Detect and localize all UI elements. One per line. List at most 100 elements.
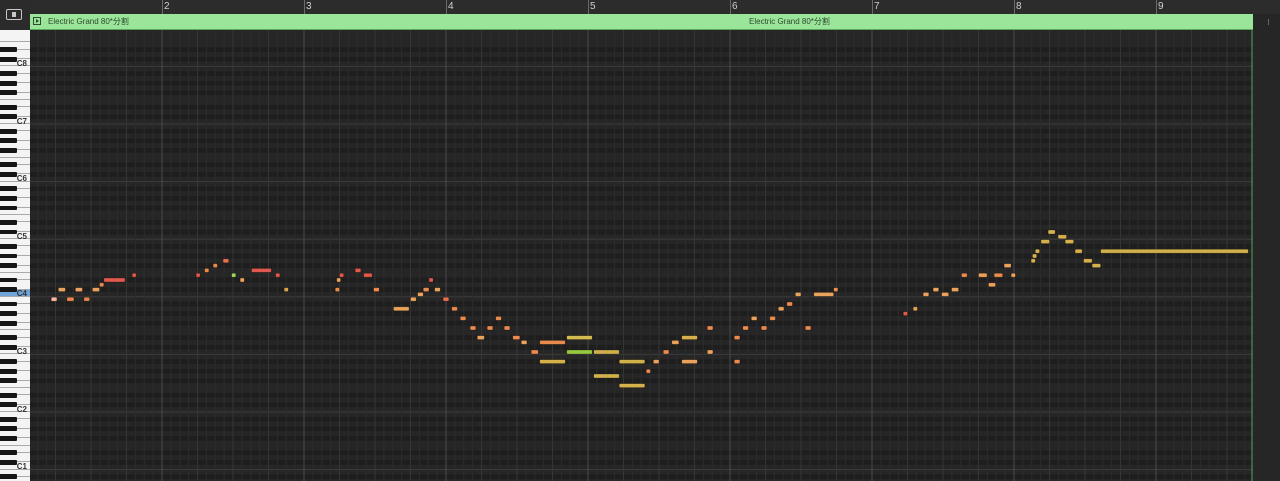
midi-note[interactable] (275, 272, 281, 278)
midi-note[interactable] (393, 306, 410, 312)
midi-note[interactable] (566, 349, 593, 355)
black-key[interactable] (0, 344, 17, 350)
midi-note[interactable] (681, 359, 698, 364)
midi-note[interactable] (58, 287, 66, 292)
midi-note[interactable] (1100, 248, 1249, 254)
midi-note[interactable] (530, 349, 539, 355)
midi-note[interactable] (951, 287, 959, 292)
black-key[interactable] (0, 47, 17, 52)
midi-note[interactable] (645, 368, 651, 374)
white-key[interactable] (0, 35, 30, 43)
piano-keyboard[interactable]: C8 C7 C6 C5 C4 C3 C2 C1 (0, 30, 30, 481)
midi-note[interactable] (334, 287, 340, 292)
midi-note[interactable] (539, 340, 566, 345)
midi-note[interactable] (239, 277, 245, 283)
black-key[interactable] (0, 474, 17, 480)
midi-note[interactable] (593, 349, 620, 355)
midi-note[interactable] (1034, 248, 1040, 254)
midi-note[interactable] (1030, 258, 1036, 264)
black-key[interactable] (0, 90, 17, 96)
midi-note[interactable] (662, 349, 670, 355)
midi-note[interactable] (336, 277, 341, 283)
black-key[interactable] (0, 378, 17, 384)
midi-note[interactable] (222, 258, 230, 264)
black-key[interactable] (0, 196, 17, 201)
midi-note[interactable] (618, 383, 646, 388)
midi-note[interactable] (618, 359, 646, 364)
midi-note[interactable] (486, 325, 494, 331)
midi-note[interactable] (434, 287, 441, 292)
midi-note[interactable] (1083, 258, 1093, 264)
midi-note[interactable] (373, 287, 380, 292)
midi-note[interactable] (653, 359, 660, 364)
midi-note[interactable] (1003, 263, 1012, 268)
midi-note[interactable] (912, 306, 918, 312)
midi-note[interactable] (92, 287, 100, 292)
black-key[interactable] (0, 450, 17, 456)
midi-note[interactable] (99, 282, 105, 288)
midi-note[interactable] (520, 340, 528, 345)
midi-note[interactable] (451, 306, 458, 312)
black-key[interactable] (0, 172, 17, 177)
midi-note[interactable] (902, 311, 908, 316)
midi-note[interactable] (941, 292, 949, 297)
black-key[interactable] (0, 416, 17, 422)
midi-note[interactable] (769, 316, 776, 321)
midi-note[interactable] (833, 287, 839, 292)
black-key[interactable] (0, 335, 17, 340)
region-loop-icon[interactable] (33, 17, 41, 25)
midi-note[interactable] (428, 277, 434, 283)
black-key[interactable] (0, 277, 17, 283)
midi-note[interactable] (706, 349, 714, 355)
midi-note[interactable] (1032, 253, 1038, 259)
midi-note[interactable] (469, 325, 477, 331)
midi-note[interactable] (66, 296, 75, 302)
midi-note[interactable] (354, 268, 362, 273)
midi-note[interactable] (1064, 239, 1074, 244)
midi-note[interactable] (75, 287, 83, 292)
bar-ruler[interactable]: 2 3 4 5 6 7 8 9 (30, 0, 1280, 15)
midi-note[interactable] (922, 292, 930, 297)
midi-note[interactable] (671, 340, 680, 345)
midi-note[interactable] (786, 301, 793, 307)
black-key[interactable] (0, 220, 17, 225)
black-key[interactable] (0, 368, 17, 374)
midi-note[interactable] (83, 296, 90, 302)
black-key[interactable] (0, 426, 17, 432)
black-key[interactable] (0, 229, 17, 235)
midi-note[interactable] (750, 316, 758, 321)
midi-note[interactable] (566, 335, 593, 340)
black-key[interactable] (0, 56, 17, 62)
midi-note[interactable] (251, 268, 272, 273)
black-key[interactable] (0, 301, 17, 307)
midi-region-header[interactable]: Electric Grand 80*分割 Electric Grand 80*分… (30, 14, 1254, 30)
black-key[interactable] (0, 263, 17, 268)
black-key[interactable] (0, 320, 17, 326)
midi-note[interactable] (706, 325, 714, 331)
black-key[interactable] (0, 71, 17, 76)
black-key[interactable] (0, 311, 17, 316)
midi-note[interactable] (495, 316, 502, 321)
midi-note[interactable] (733, 335, 741, 340)
midi-note[interactable] (231, 272, 237, 278)
black-key[interactable] (0, 460, 17, 465)
midi-note[interactable] (681, 335, 698, 340)
midi-note[interactable] (993, 272, 1003, 278)
black-key[interactable] (0, 80, 17, 86)
black-key[interactable] (0, 148, 17, 153)
midi-note[interactable] (512, 335, 521, 340)
midi-note[interactable] (932, 287, 940, 292)
black-key[interactable] (0, 359, 17, 364)
midi-note[interactable] (204, 268, 210, 273)
midi-note[interactable] (795, 292, 802, 297)
midi-note[interactable] (1040, 239, 1050, 244)
midi-note[interactable] (212, 263, 218, 268)
midi-note[interactable] (1057, 234, 1067, 240)
midi-note[interactable] (50, 296, 58, 302)
midi-note[interactable] (1091, 263, 1101, 268)
midi-note[interactable] (417, 292, 424, 297)
midi-note[interactable] (813, 292, 834, 297)
midi-note[interactable] (777, 306, 785, 312)
track-view-toggle-icon[interactable] (6, 9, 22, 20)
midi-note[interactable] (1010, 272, 1016, 278)
